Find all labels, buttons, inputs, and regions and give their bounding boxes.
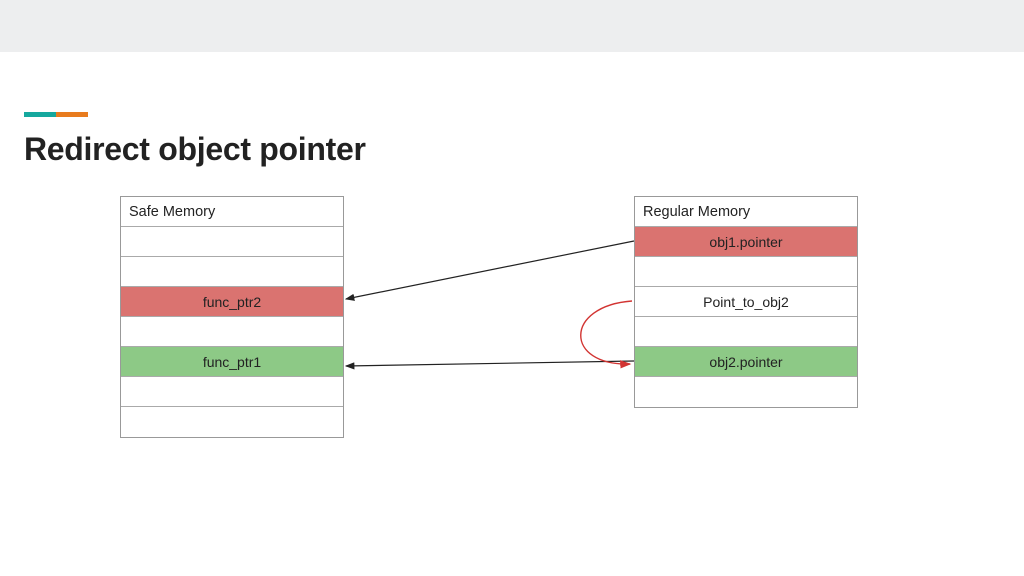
table-row: [635, 257, 857, 287]
arrow-obj2-to-funcptr1: [346, 361, 634, 366]
accent-line: [24, 112, 1000, 117]
table-row-point-to-obj2: Point_to_obj2: [635, 287, 857, 317]
table-row-obj1-pointer: obj1.pointer: [635, 227, 857, 257]
table-row-func-ptr2: func_ptr2: [121, 287, 343, 317]
table-row: [635, 377, 857, 407]
table-row: [121, 257, 343, 287]
table-row-func-ptr1: func_ptr1: [121, 347, 343, 377]
table-row-obj2-pointer: obj2.pointer: [635, 347, 857, 377]
page-title: Redirect object pointer: [24, 131, 1000, 168]
accent-orange: [56, 112, 88, 117]
arrow-obj1-to-funcptr2: [346, 241, 634, 299]
table-row: [121, 317, 343, 347]
safe-memory-table: Safe Memory func_ptr2 func_ptr1: [120, 196, 344, 438]
arrow-point-to-obj2-redirect: [581, 301, 632, 364]
table-row: [121, 407, 343, 437]
regular-memory-table: Regular Memory obj1.pointer Point_to_obj…: [634, 196, 858, 408]
table-row: [121, 227, 343, 257]
accent-teal: [24, 112, 56, 117]
top-bar: [0, 0, 1024, 52]
table-header: Regular Memory: [635, 197, 857, 227]
content-area: Redirect object pointer Safe Memory func…: [0, 112, 1024, 536]
diagram-area: Safe Memory func_ptr2 func_ptr1 Regular …: [24, 196, 1000, 536]
table-header: Safe Memory: [121, 197, 343, 227]
table-row: [635, 317, 857, 347]
table-row: [121, 377, 343, 407]
